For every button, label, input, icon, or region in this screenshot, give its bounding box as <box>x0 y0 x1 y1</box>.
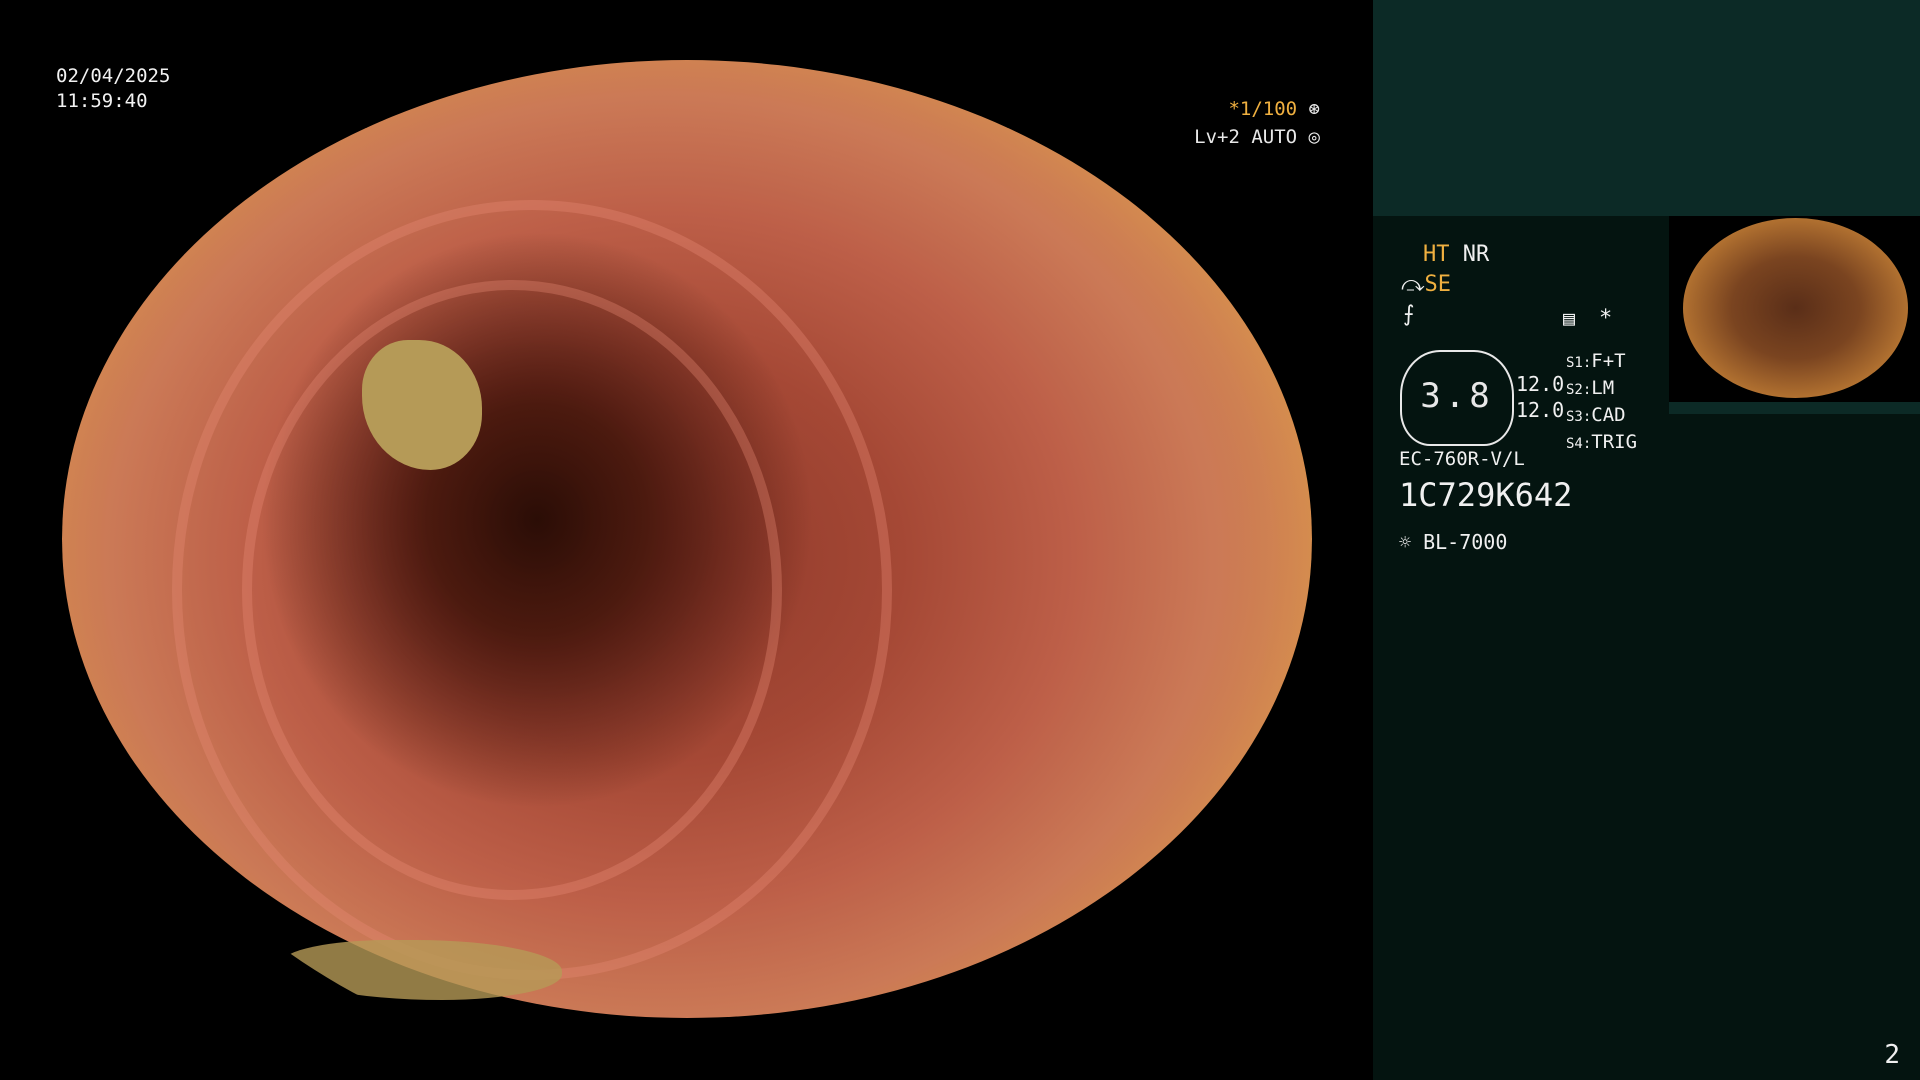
thumbnail-preview[interactable] <box>1669 216 1920 402</box>
se-mode-icon: ⤼ <box>1401 272 1425 297</box>
gauge-value: 3.8 <box>1420 376 1494 416</box>
datetime-overlay: 02/04/2025 11:59:40 <box>56 64 170 114</box>
switch-item-s2: S2:LM <box>1566 377 1615 399</box>
scale-bottom: 12.0 <box>1516 398 1565 422</box>
endoscope-view: 02/04/2025 11:59:40 *1/100 ⊛ Lv+2 AUTO ◎ <box>0 0 1373 1080</box>
panel-header-box <box>1373 0 1920 216</box>
se-label: SE <box>1424 272 1452 297</box>
time-text: 11:59:40 <box>56 90 148 112</box>
target-icon: ◎ <box>1308 126 1320 148</box>
level-overlay: Lv+2 AUTO ◎ <box>1180 126 1320 148</box>
switch-item-s4: S4:TRIG <box>1566 431 1638 453</box>
settings-box-icon: ▤ <box>1563 306 1576 330</box>
aperture-icon: ⊛ <box>1308 98 1320 120</box>
switch-item-s3: S3:CAD <box>1566 404 1626 426</box>
shutter-overlay: *1/100 ⊛ <box>1180 98 1320 120</box>
se-row: ⤼SE <box>1401 272 1451 297</box>
light-source-text: BL-7000 <box>1423 530 1508 554</box>
f-symbol-icon: ⨍ <box>1403 302 1415 327</box>
ht-nr-row: HT NR <box>1423 242 1489 267</box>
date-text: 02/04/2025 <box>56 65 171 87</box>
debris-spot <box>282 940 562 1000</box>
level-text: Lv+2 AUTO <box>1194 126 1298 148</box>
light-source-icon: ☼ <box>1399 530 1412 554</box>
light-source-row: ☼ BL-7000 <box>1399 530 1507 554</box>
shutter-text: *1/100 <box>1228 98 1298 120</box>
switch-item-s1: S1:F+T <box>1566 350 1626 372</box>
switch-list: S1:F+T S2:LM S3:CAD S4:TRIG <box>1566 349 1637 457</box>
info-panel: HT NR ⤼SE ⨍ ▤ * 3.8 12.0 12.0 S1:F+T S2:… <box>1373 0 1920 1080</box>
serial-number: 1C729K642 <box>1399 476 1573 514</box>
scale-top: 12.0 <box>1516 372 1565 396</box>
thumbnail-image <box>1683 218 1908 398</box>
ht-label: HT <box>1423 242 1450 267</box>
gauge-badge: 3.8 <box>1400 350 1514 446</box>
page-number: 2 <box>1884 1040 1900 1070</box>
endoscopic-image <box>62 60 1312 1018</box>
star-mark: * <box>1599 306 1613 331</box>
mucosal-fold <box>242 280 782 900</box>
nr-label: NR <box>1462 242 1490 267</box>
scope-model: EC-760R-V/L <box>1399 448 1525 470</box>
thumbnail-bar <box>1669 402 1920 414</box>
